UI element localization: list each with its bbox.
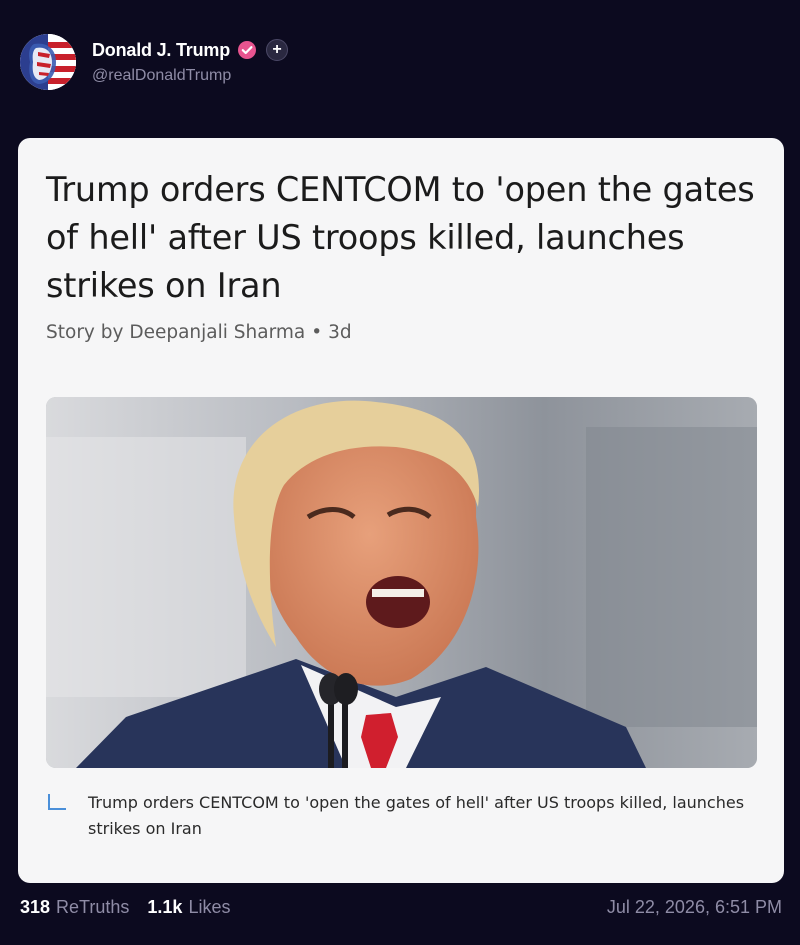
follow-button[interactable]: + (266, 39, 289, 61)
post-footer: 318 ReTruths 1.1k Likes Jul 22, 2026, 6:… (20, 897, 782, 918)
post-header: Donald J. Trump + @realDonaldTrump (20, 34, 289, 90)
byline-separator: • (311, 322, 323, 343)
display-name[interactable]: Donald J. Trump (92, 40, 230, 61)
retruths-count: 318 (20, 897, 51, 917)
engagement-stats: 318 ReTruths 1.1k Likes (20, 897, 248, 918)
user-handle[interactable]: @realDonaldTrump (92, 67, 288, 85)
post-page: Donald J. Trump + @realDonaldTrump Trump… (0, 0, 800, 945)
avatar-image (20, 34, 76, 90)
byline-age: 3d (328, 322, 352, 343)
link-preview-card[interactable]: Trump orders CENTCOM to 'open the gates … (18, 138, 784, 883)
byline-author: Story by Deepanjali Sharma (46, 322, 306, 343)
caption-corner-icon (46, 792, 68, 814)
article-hero-image[interactable] (46, 397, 757, 768)
retruths-stat[interactable]: 318 ReTruths (20, 897, 129, 918)
article-headline[interactable]: Trump orders CENTCOM to 'open the gates … (46, 166, 766, 310)
verified-badge-icon (237, 40, 257, 60)
hero-photo (46, 397, 757, 768)
likes-label: Likes (188, 897, 231, 917)
name-row: Donald J. Trump + (92, 39, 289, 61)
article-byline: Story by Deepanjali Sharma • 3d (46, 322, 352, 343)
caption-text: Trump orders CENTCOM to 'open the gates … (88, 793, 745, 838)
image-caption: Trump orders CENTCOM to 'open the gates … (46, 790, 746, 842)
avatar[interactable] (20, 34, 76, 90)
author-info: Donald J. Trump + @realDonaldTrump (92, 39, 289, 85)
likes-count: 1.1k (147, 897, 183, 917)
likes-stat[interactable]: 1.1k Likes (147, 897, 230, 918)
retruths-label: ReTruths (56, 897, 130, 917)
post-timestamp[interactable]: Jul 22, 2026, 6:51 PM (607, 897, 782, 918)
